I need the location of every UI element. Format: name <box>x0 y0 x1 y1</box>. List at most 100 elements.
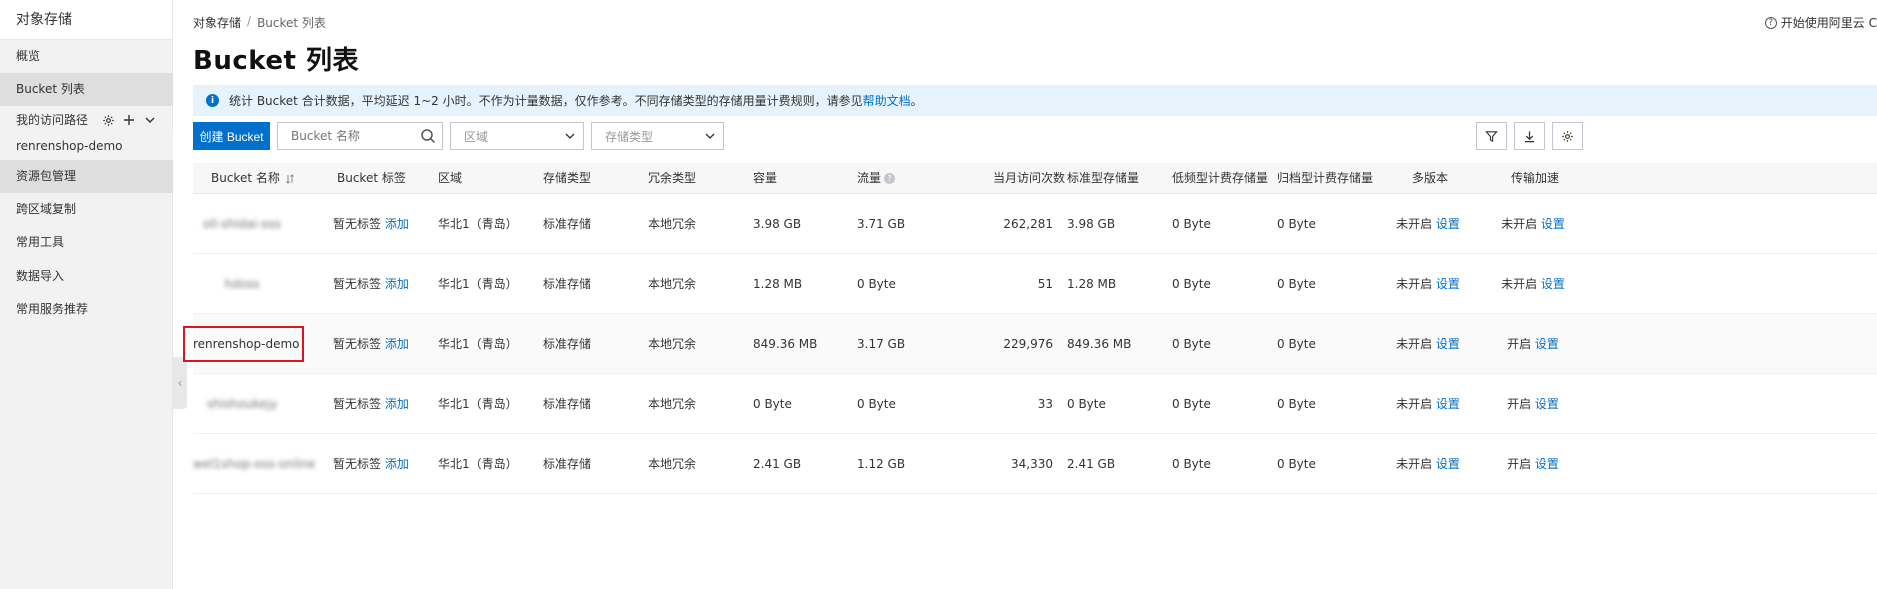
bucket-name-link[interactable]: shishoukejy <box>207 374 277 434</box>
sidebar-item-data-import[interactable]: 数据导入 <box>0 260 173 293</box>
column-bucket-name[interactable]: Bucket 名称 <box>211 163 294 194</box>
bucket-name-link[interactable]: oll-shidai-oss <box>203 194 281 254</box>
standard-storage-cell: 1.28 MB <box>1067 277 1117 291</box>
sidebar-group-label: 我的访问路径 <box>16 113 89 127</box>
bucket-table: Bucket 名称 Bucket 标签 区域 存储类型 冗余类型 容量 流量? … <box>183 163 1877 494</box>
get-started-link[interactable]: ? 开始使用阿里云 C <box>1764 14 1877 31</box>
chevron-down-icon[interactable] <box>143 113 157 127</box>
filter-button[interactable] <box>1476 122 1507 150</box>
gear-icon <box>1562 130 1573 142</box>
bucket-name-cell: shishoukejy <box>193 374 291 434</box>
storage-type-cell: 标准存储 <box>543 457 592 471</box>
standard-storage-cell: 2.41 GB <box>1067 457 1116 471</box>
versioning-settings-link[interactable]: 设置 <box>1436 217 1460 231</box>
storage-type-select[interactable]: 存储类型 <box>591 122 724 150</box>
acceleration-settings-link[interactable]: 设置 <box>1541 217 1565 231</box>
traffic-cell: 3.17 GB <box>857 337 906 351</box>
search-icon[interactable] <box>420 128 436 144</box>
acceleration-settings-link[interactable]: 设置 <box>1541 277 1565 291</box>
standard-storage-cell: 3.98 GB <box>1067 217 1116 231</box>
region-select[interactable]: 区域 <box>450 122 584 150</box>
archive-storage-cell: 0 Byte <box>1277 397 1316 411</box>
info-notice: i 统计 Bucket 合计数据，平均延迟 1~2 小时。不作为计量数据，仅作参… <box>193 85 1877 116</box>
region-cell: 华北1（青岛） <box>438 217 518 231</box>
bucket-search <box>277 122 443 150</box>
sidebar-item-renrenshop-demo[interactable]: renrenshop-demo <box>0 130 173 163</box>
bucket-name-search-input[interactable] <box>291 129 421 143</box>
bucket-tag-cell: 暂无标签 添加 <box>333 374 409 434</box>
sort-icon[interactable] <box>285 173 294 184</box>
monthly-visits-cell: 262,281 <box>1003 217 1053 231</box>
gear-icon[interactable] <box>101 113 115 127</box>
storage-type-cell: 标准存储 <box>543 337 592 351</box>
column-redundancy-type: 冗余类型 <box>648 171 697 185</box>
versioning-cell: 未开启 设置 <box>1388 374 1468 434</box>
help-icon[interactable]: ? <box>884 173 896 184</box>
versioning-settings-link[interactable]: 设置 <box>1436 277 1460 291</box>
archive-storage-cell: 0 Byte <box>1277 457 1316 471</box>
sidebar-collapse-handle[interactable]: ‹ <box>173 357 187 409</box>
download-button[interactable] <box>1514 122 1545 150</box>
acceleration-settings-link[interactable]: 设置 <box>1535 457 1559 471</box>
versioning-settings-link[interactable]: 设置 <box>1436 397 1460 411</box>
acceleration-status: 未开启 <box>1501 217 1538 231</box>
versioning-settings-link[interactable]: 设置 <box>1436 337 1460 351</box>
sidebar-item-common-tools[interactable]: 常用工具 <box>0 226 173 259</box>
sidebar-item-cross-region-replication[interactable]: 跨区域复制 <box>0 193 173 226</box>
traffic-cell: 1.12 GB <box>857 457 906 471</box>
add-tag-link[interactable]: 添加 <box>385 277 409 291</box>
table-row: renrenshop-demo 暂无标签 添加 华北1（青岛） 标准存储 本地冗… <box>183 314 1877 374</box>
table-header: Bucket 名称 Bucket 标签 区域 存储类型 冗余类型 容量 流量? … <box>193 163 1877 194</box>
bucket-name-link[interactable]: wel1shop-oss-online <box>193 434 316 494</box>
add-tag-link[interactable]: 添加 <box>385 337 409 351</box>
table-row: shishoukejy 暂无标签 添加 华北1（青岛） 标准存储 本地冗余 0 … <box>193 374 1877 434</box>
ia-storage-cell: 0 Byte <box>1172 217 1211 231</box>
versioning-settings-link[interactable]: 设置 <box>1436 457 1460 471</box>
help-doc-link[interactable]: 帮助文档 <box>863 92 911 109</box>
bucket-name-cell: renrenshop-demo <box>183 314 304 374</box>
breadcrumb-root[interactable]: 对象存储 <box>193 14 241 31</box>
add-tag-link[interactable]: 添加 <box>385 457 409 471</box>
chevron-down-icon <box>565 133 575 139</box>
add-tag-link[interactable]: 添加 <box>385 217 409 231</box>
region-cell: 华北1（青岛） <box>438 397 518 411</box>
breadcrumb-separator: / <box>247 14 252 28</box>
create-bucket-button[interactable]: 创建 Bucket <box>193 122 270 150</box>
standard-storage-cell: 849.36 MB <box>1067 337 1132 351</box>
region-cell: 华北1（青岛） <box>438 457 518 471</box>
redundancy-cell: 本地冗余 <box>648 277 697 291</box>
bucket-tag-text: 暂无标签 <box>333 217 382 231</box>
bucket-name-cell: hdoss <box>193 254 291 314</box>
sidebar-item-recommended-services[interactable]: 常用服务推荐 <box>0 293 173 326</box>
sidebar-item-resource-package[interactable]: 资源包管理 <box>0 160 173 193</box>
monthly-visits-cell: 33 <box>1037 397 1053 411</box>
add-tag-link[interactable]: 添加 <box>385 397 409 411</box>
oss-console: 对象存储 概览 Bucket 列表 我的访问路径 renrenshop-demo… <box>0 0 1877 589</box>
monthly-visits-cell: 34,330 <box>1011 457 1053 471</box>
sidebar-item-overview[interactable]: 概览 <box>0 40 173 73</box>
capacity-cell: 3.98 GB <box>753 217 802 231</box>
versioning-status: 未开启 <box>1396 337 1433 351</box>
plus-icon[interactable] <box>122 113 136 127</box>
bucket-name-link[interactable]: hdoss <box>224 254 259 314</box>
storage-type-cell: 标准存储 <box>543 217 592 231</box>
versioning-cell: 未开启 设置 <box>1388 314 1468 374</box>
settings-button[interactable] <box>1552 122 1583 150</box>
storage-type-cell: 标准存储 <box>543 397 592 411</box>
traffic-cell: 0 Byte <box>857 277 896 291</box>
capacity-cell: 1.28 MB <box>753 277 803 291</box>
column-archive-storage: 归档型计费存储量 <box>1277 171 1374 185</box>
sidebar-item-bucket-list[interactable]: Bucket 列表 <box>0 73 173 106</box>
archive-storage-cell: 0 Byte <box>1277 217 1316 231</box>
ia-storage-cell: 0 Byte <box>1172 337 1211 351</box>
sidebar: 对象存储 概览 Bucket 列表 我的访问路径 renrenshop-demo… <box>0 0 173 589</box>
acceleration-status: 开启 <box>1507 397 1532 411</box>
versioning-cell: 未开启 设置 <box>1388 434 1468 494</box>
ia-storage-cell: 0 Byte <box>1172 457 1211 471</box>
redundancy-cell: 本地冗余 <box>648 217 697 231</box>
download-icon <box>1524 130 1535 142</box>
acceleration-settings-link[interactable]: 设置 <box>1535 397 1559 411</box>
acceleration-settings-link[interactable]: 设置 <box>1535 337 1559 351</box>
redundancy-cell: 本地冗余 <box>648 337 697 351</box>
capacity-cell: 849.36 MB <box>753 337 818 351</box>
